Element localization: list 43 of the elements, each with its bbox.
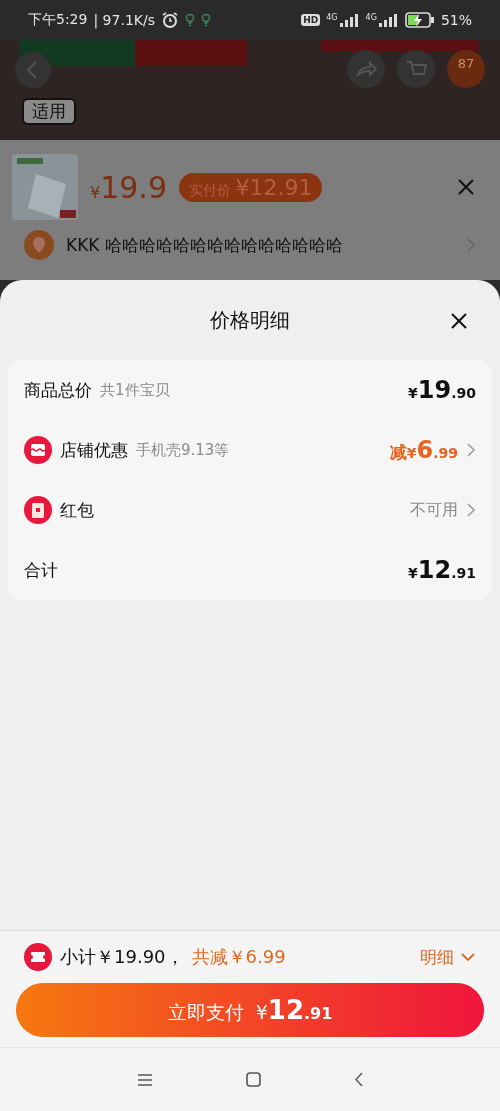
location-pin-icon: [24, 230, 54, 260]
row-amount: 减¥6.99: [389, 436, 458, 464]
network-label: 4G: [365, 13, 377, 22]
battery-icon: [404, 12, 435, 28]
row-label: 合计: [24, 558, 58, 582]
signal-icon: [376, 13, 399, 27]
signal-icon: [337, 13, 360, 27]
pay-button[interactable]: 立即支付 ¥12.91: [16, 983, 484, 1037]
network-speed: | 97.1K/s: [93, 12, 155, 28]
cart-icon[interactable]: [397, 50, 435, 88]
row-label: 店铺优惠: [60, 438, 128, 462]
share-icon[interactable]: [347, 50, 385, 88]
row-note: 共1件宝贝: [100, 380, 170, 400]
details-link[interactable]: 明细: [420, 945, 476, 969]
back-icon[interactable]: [353, 1072, 364, 1087]
hd-badge: HD: [301, 14, 321, 26]
row-amount: ¥12.91: [408, 556, 476, 584]
row-status: 不可用: [410, 499, 458, 521]
bulb-icon: [185, 13, 195, 27]
status-time: 下午5:29: [28, 11, 88, 29]
chevron-right-icon[interactable]: [466, 502, 476, 518]
home-icon[interactable]: [245, 1072, 261, 1087]
sheet-title: 价格明细: [210, 306, 290, 334]
tag-label: 适用: [22, 98, 76, 125]
ticket-icon: [24, 943, 52, 971]
chevron-right-icon[interactable]: [466, 442, 476, 458]
chevron-right-icon[interactable]: [466, 237, 476, 253]
subtotal-text: 小计￥19.90，: [60, 945, 184, 969]
alarm-icon: [161, 11, 179, 29]
row-label: 红包: [60, 498, 94, 522]
bulb-icon: [201, 13, 211, 27]
product-price: ¥19.9: [90, 169, 167, 205]
row-label: 商品总价: [24, 378, 92, 402]
network-label: 4G: [326, 13, 338, 22]
address-text: KKK 哈哈哈哈哈哈哈哈哈哈哈哈哈哈: [66, 233, 343, 257]
row-note: 手机壳9.13等: [136, 440, 230, 460]
row-amount: ¥19.90: [408, 376, 476, 404]
menu-icon[interactable]: [136, 1072, 153, 1087]
discount-text: 共减￥6.99: [191, 945, 286, 969]
battery-percent: 51%: [440, 12, 472, 28]
envelope-icon: [24, 496, 52, 524]
shop-icon: [24, 436, 52, 464]
close-icon[interactable]: [450, 312, 468, 330]
